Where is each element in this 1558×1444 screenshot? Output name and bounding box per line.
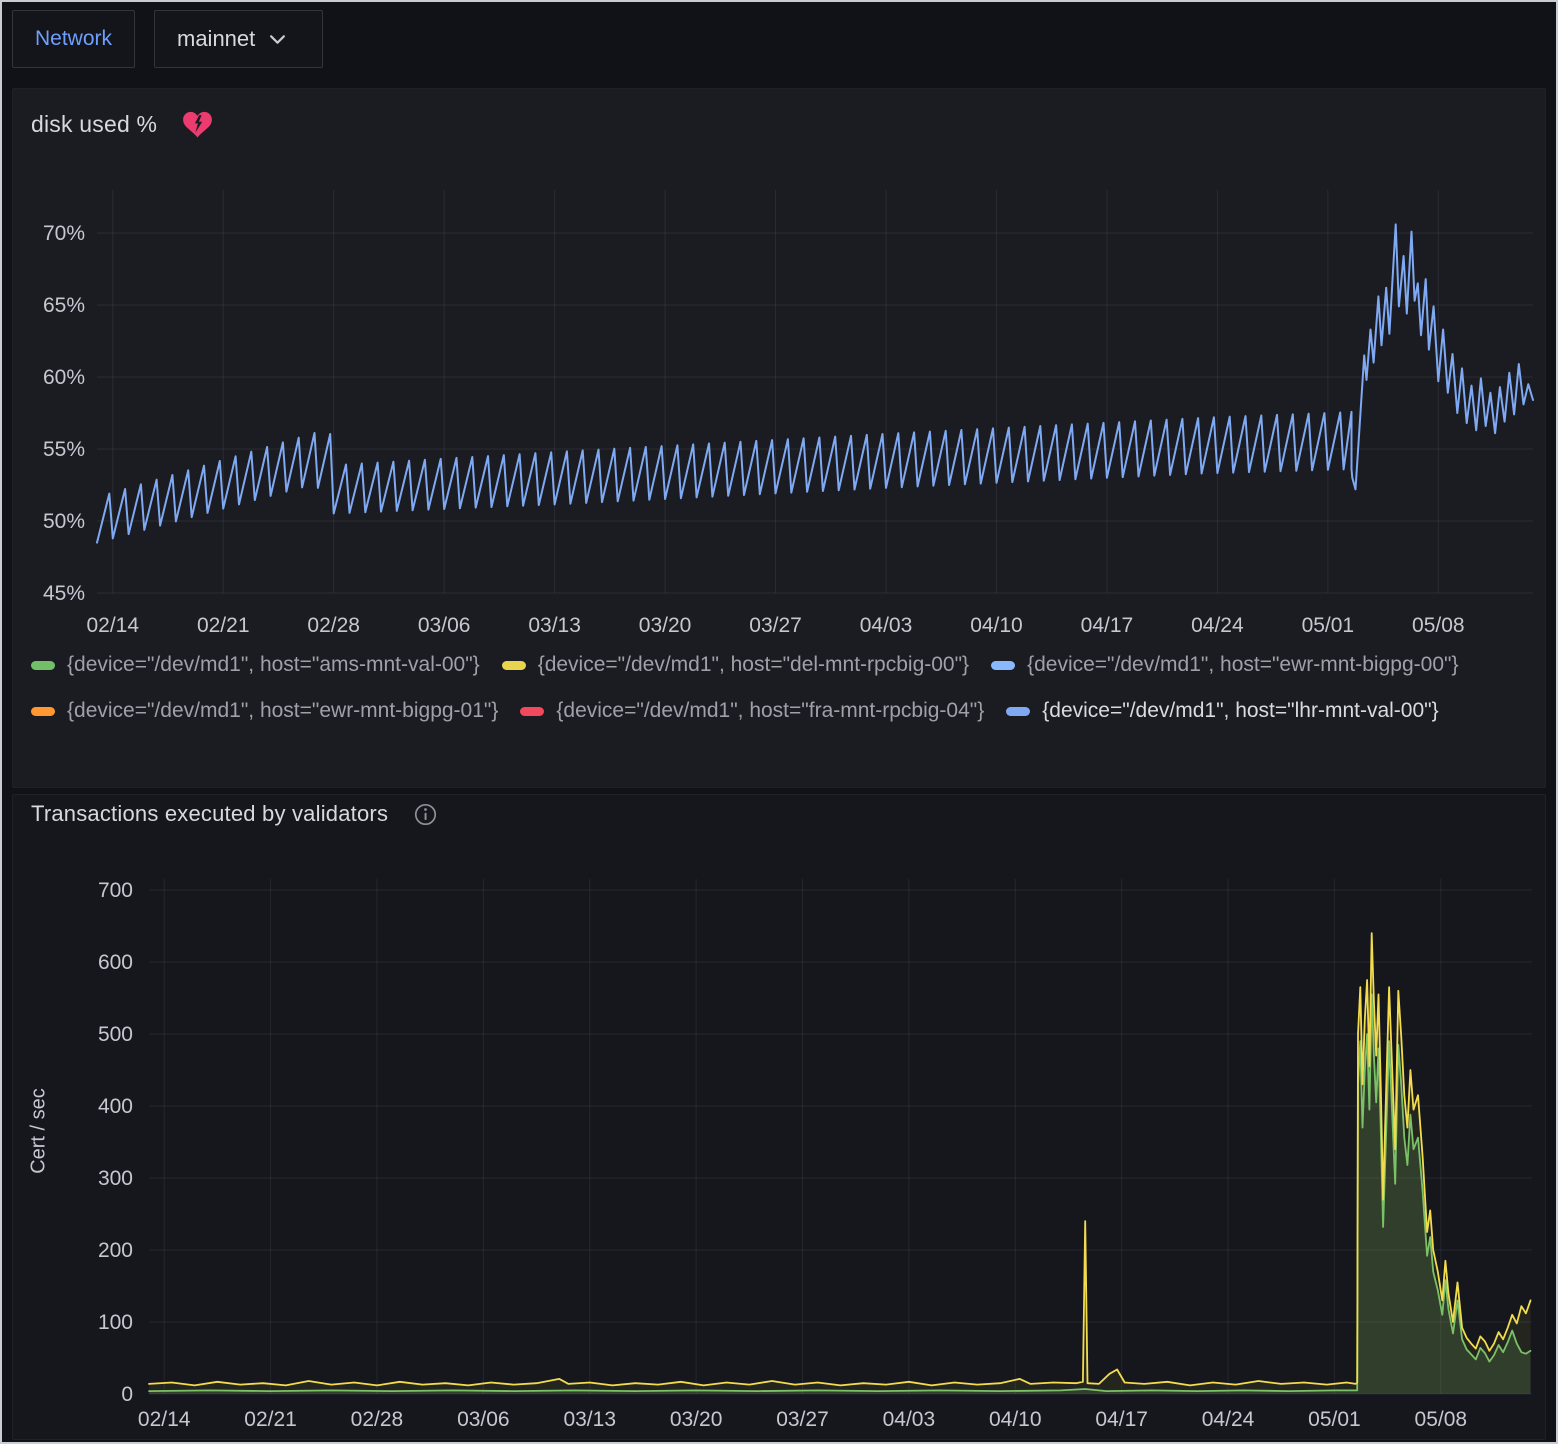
x-tick-label: 04/17 [1095,1408,1148,1431]
y-tick-label: 700 [98,879,133,902]
series-area-yellow [149,933,1531,1394]
y-tick-label: 70% [43,222,85,245]
x-tick-label: 04/03 [883,1408,936,1431]
x-tick-label: 04/24 [1202,1408,1255,1431]
y-tick-label: 60% [43,366,85,389]
panel-transactions-title[interactable]: Transactions executed by validators [31,801,388,827]
x-tick-label: 04/10 [989,1408,1042,1431]
series-line [97,224,1533,542]
panel-transactions-header: Transactions executed by validators [13,795,1545,827]
series-area-green [149,994,1531,1394]
x-tick-label: 04/03 [860,614,913,637]
chevron-down-icon [269,34,286,45]
y-tick-label: 0 [121,1383,133,1406]
legend-series-swatch [31,707,55,716]
panel-transactions: Transactions executed by validators Cert… [12,794,1546,1440]
legend-item[interactable]: {device="/dev/md1", host="lhr-mnt-val-00… [1006,695,1438,727]
legend-item[interactable]: {device="/dev/md1", host="ewr-mnt-bigpg-… [991,649,1458,681]
legend-series-swatch [31,661,55,670]
network-variable-dropdown[interactable]: mainnet [154,10,323,68]
grafana-dashboard: Network mainnet disk used % 45% 50% 55% 60%… [0,0,1558,1444]
network-variable-label: Network [12,10,135,68]
disk-used-chart[interactable]: 45% 50% 55% 60% 65% 70% 02/14 02/21 02/28 03/06 03… [13,183,1547,653]
y-tick-label: 50% [43,510,85,533]
x-tick-label: 02/28 [307,614,360,637]
dashboard-toolbar: Network mainnet [2,2,1556,80]
legend-item[interactable]: {device="/dev/md1", host="ams-mnt-val-00… [31,649,480,681]
y-tick-label: 55% [43,438,85,461]
info-icon[interactable] [414,803,437,826]
x-tick-label: 03/06 [457,1408,510,1431]
x-tick-label: 03/20 [670,1408,723,1431]
legend-series-label: {device="/dev/md1", host="fra-mnt-rpcbig… [556,699,984,723]
legend-series-swatch [502,661,526,670]
legend-series-label: {device="/dev/md1", host="ewr-mnt-bigpg-… [1027,653,1458,677]
legend-item[interactable]: {device="/dev/md1", host="del-mnt-rpcbig… [502,649,969,681]
panel-disk-used-title[interactable]: disk used % [31,111,157,138]
x-tick-label: 02/21 [197,614,250,637]
legend-series-label: {device="/dev/md1", host="del-mnt-rpcbig… [538,653,969,677]
y-tick-label: 45% [43,582,85,605]
legend-item[interactable]: {device="/dev/md1", host="ewr-mnt-bigpg-… [31,695,498,727]
y-tick-label: 300 [98,1167,133,1190]
y-tick-label: 100 [98,1311,133,1334]
disk-used-legend: {device="/dev/md1", host="ams-mnt-val-00… [31,649,1529,741]
x-tick-label: 03/13 [528,614,581,637]
series-line [149,994,1531,1391]
x-tick-label: 03/20 [639,614,692,637]
panel-disk-used: disk used % 45% 50% 55% 60% 65% 70% 02/14 02/21… [12,88,1546,788]
panel-disk-used-header: disk used % [13,89,1545,138]
series-line [149,933,1531,1385]
y-tick-label: 400 [98,1095,133,1118]
legend-series-label: {device="/dev/md1", host="ewr-mnt-bigpg-… [67,699,498,723]
x-tick-label: 05/08 [1415,1408,1468,1431]
x-tick-label: 05/01 [1302,614,1355,637]
legend-series-swatch [520,707,544,716]
x-tick-label: 05/01 [1308,1408,1361,1431]
y-tick-label: 500 [98,1023,133,1046]
x-tick-label: 03/06 [418,614,471,637]
network-variable-label-text: Network [35,27,112,51]
x-tick-label: 02/14 [86,614,139,637]
y-tick-label: 600 [98,951,133,974]
x-tick-label: 02/21 [244,1408,297,1431]
x-tick-label: 02/14 [138,1408,191,1431]
x-tick-label: 05/08 [1412,614,1465,637]
x-tick-label: 03/13 [563,1408,616,1431]
x-tick-label: 04/24 [1191,614,1244,637]
transactions-chart[interactable]: 0 100 200 300 400 500 600 700 02/14 02/21 02/28 03/… [13,853,1547,1441]
x-tick-label: 04/10 [970,614,1023,637]
legend-series-swatch [991,661,1015,670]
y-tick-label: 65% [43,294,85,317]
x-tick-label: 03/27 [776,1408,829,1431]
x-tick-label: 02/28 [351,1408,404,1431]
x-tick-label: 03/27 [749,614,802,637]
network-variable-value: mainnet [177,26,255,52]
broken-heart-icon [183,111,212,138]
x-tick-label: 04/17 [1081,614,1134,637]
legend-item[interactable]: {device="/dev/md1", host="fra-mnt-rpcbig… [520,695,984,727]
legend-series-label: {device="/dev/md1", host="lhr-mnt-val-00… [1042,699,1438,723]
y-tick-label: 200 [98,1239,133,1262]
legend-series-swatch [1006,707,1030,716]
legend-series-label: {device="/dev/md1", host="ams-mnt-val-00… [67,653,480,677]
